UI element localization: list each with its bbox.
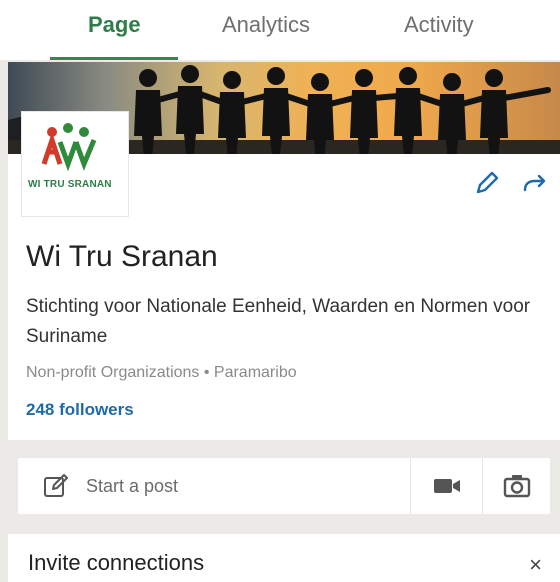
- page-frame: Page Analytics Activity WI TRU SRANAN Wi…: [0, 0, 560, 582]
- page-actions: [474, 170, 548, 196]
- divider: [410, 458, 411, 514]
- invite-connections-section: Invite connections ×: [8, 534, 560, 582]
- tab-bar: Page Analytics Activity: [0, 0, 560, 60]
- invite-connections-title: Invite connections: [28, 550, 205, 575]
- compose-icon[interactable]: [42, 472, 70, 500]
- camera-icon[interactable]: [502, 472, 532, 500]
- start-post-input[interactable]: Start a post: [86, 476, 178, 497]
- page-title: Wi Tru Sranan: [26, 240, 218, 273]
- logo-figures-icon: [41, 123, 97, 172]
- followers-link[interactable]: 248 followers: [26, 400, 134, 420]
- close-icon[interactable]: ×: [529, 552, 542, 578]
- start-post-bar: Start a post: [18, 458, 550, 514]
- video-icon[interactable]: [432, 475, 462, 497]
- page-logo: WI TRU SRANAN: [22, 112, 128, 216]
- tab-activity[interactable]: Activity: [404, 12, 474, 38]
- tab-analytics[interactable]: Analytics: [222, 12, 310, 38]
- logo-text: WI TRU SRANAN: [28, 179, 112, 190]
- active-tab-underline: [50, 57, 178, 60]
- edit-icon[interactable]: [474, 170, 500, 196]
- tab-page[interactable]: Page: [88, 12, 141, 38]
- page-description: Stichting voor Nationale Eenheid, Waarde…: [26, 296, 531, 347]
- page-meta: Non-profit Organizations • Paramaribo: [26, 364, 297, 381]
- divider: [482, 458, 483, 514]
- share-icon[interactable]: [522, 170, 548, 196]
